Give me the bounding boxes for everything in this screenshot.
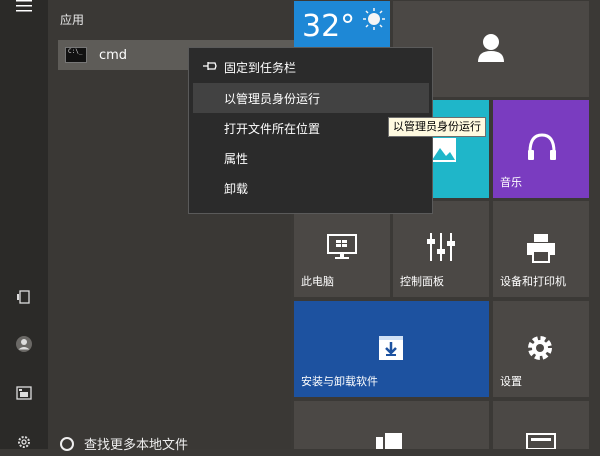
tile-install-uninstall[interactable]: 安装与卸载软件 (294, 301, 489, 397)
search-local-files[interactable]: 查找更多本地文件 (60, 434, 188, 453)
tooltip: 以管理员身份运行 (388, 117, 486, 137)
photo-icon (430, 138, 456, 162)
tile-label: 控制面板 (400, 275, 444, 288)
tile-photos[interactable] (430, 100, 489, 198)
gear-icon (528, 336, 552, 360)
menu-item-label: 打开文件所在位置 (224, 121, 321, 136)
weather-temperature: 32° (302, 9, 356, 44)
computer-icon (327, 234, 357, 259)
tablet-mode-icon[interactable] (10, 283, 38, 311)
tile-partial-bottom-left[interactable] (294, 401, 489, 449)
pin-icon (203, 62, 217, 70)
start-left-rail (0, 0, 48, 449)
hamburger-menu-icon[interactable] (10, 0, 38, 20)
menu-item-pin-to-taskbar[interactable]: 固定到任务栏 (193, 52, 429, 82)
tile-label: 音乐 (500, 176, 522, 189)
control-panel-icon (427, 233, 455, 261)
tile-music[interactable]: 音乐 (493, 100, 589, 198)
tile-this-pc[interactable]: 此电脑 (294, 201, 390, 297)
tile-partial-bottom-right[interactable] (493, 401, 589, 449)
settings-icon[interactable] (10, 428, 38, 456)
command-prompt-icon: C:\_ (65, 47, 87, 63)
tile-label: 此电脑 (301, 275, 334, 288)
menu-item-uninstall[interactable]: 卸载 (193, 173, 429, 203)
tile-control-panel[interactable]: 控制面板 (393, 201, 489, 297)
menu-item-label: 以管理员身份运行 (224, 91, 321, 106)
document-icon (376, 433, 402, 449)
calculator-icon (526, 433, 556, 449)
menu-item-label: 固定到任务栏 (224, 60, 297, 75)
person-icon (478, 34, 504, 62)
menu-item-label: 卸载 (224, 181, 249, 196)
search-icon (60, 436, 74, 451)
install-box-icon (379, 336, 403, 360)
menu-item-properties[interactable]: 属性 (193, 143, 429, 173)
tile-label: 安装与卸载软件 (301, 375, 378, 388)
sun-icon (363, 8, 385, 30)
pictures-icon[interactable] (10, 379, 38, 407)
headphones-icon (528, 133, 556, 160)
app-label: cmd (99, 47, 128, 63)
tile-label: 设备和打印机 (500, 275, 566, 288)
tile-label: 设置 (500, 375, 522, 388)
tile-devices-printers[interactable]: 设备和打印机 (493, 201, 589, 297)
tile-settings[interactable]: 设置 (493, 301, 589, 397)
user-icon[interactable] (10, 330, 38, 358)
menu-item-run-as-admin[interactable]: 以管理员身份运行 (193, 83, 429, 113)
search-label: 查找更多本地文件 (84, 438, 189, 453)
section-title: 应用 (60, 13, 85, 27)
menu-item-label: 属性 (224, 151, 249, 166)
printer-icon (527, 234, 555, 263)
